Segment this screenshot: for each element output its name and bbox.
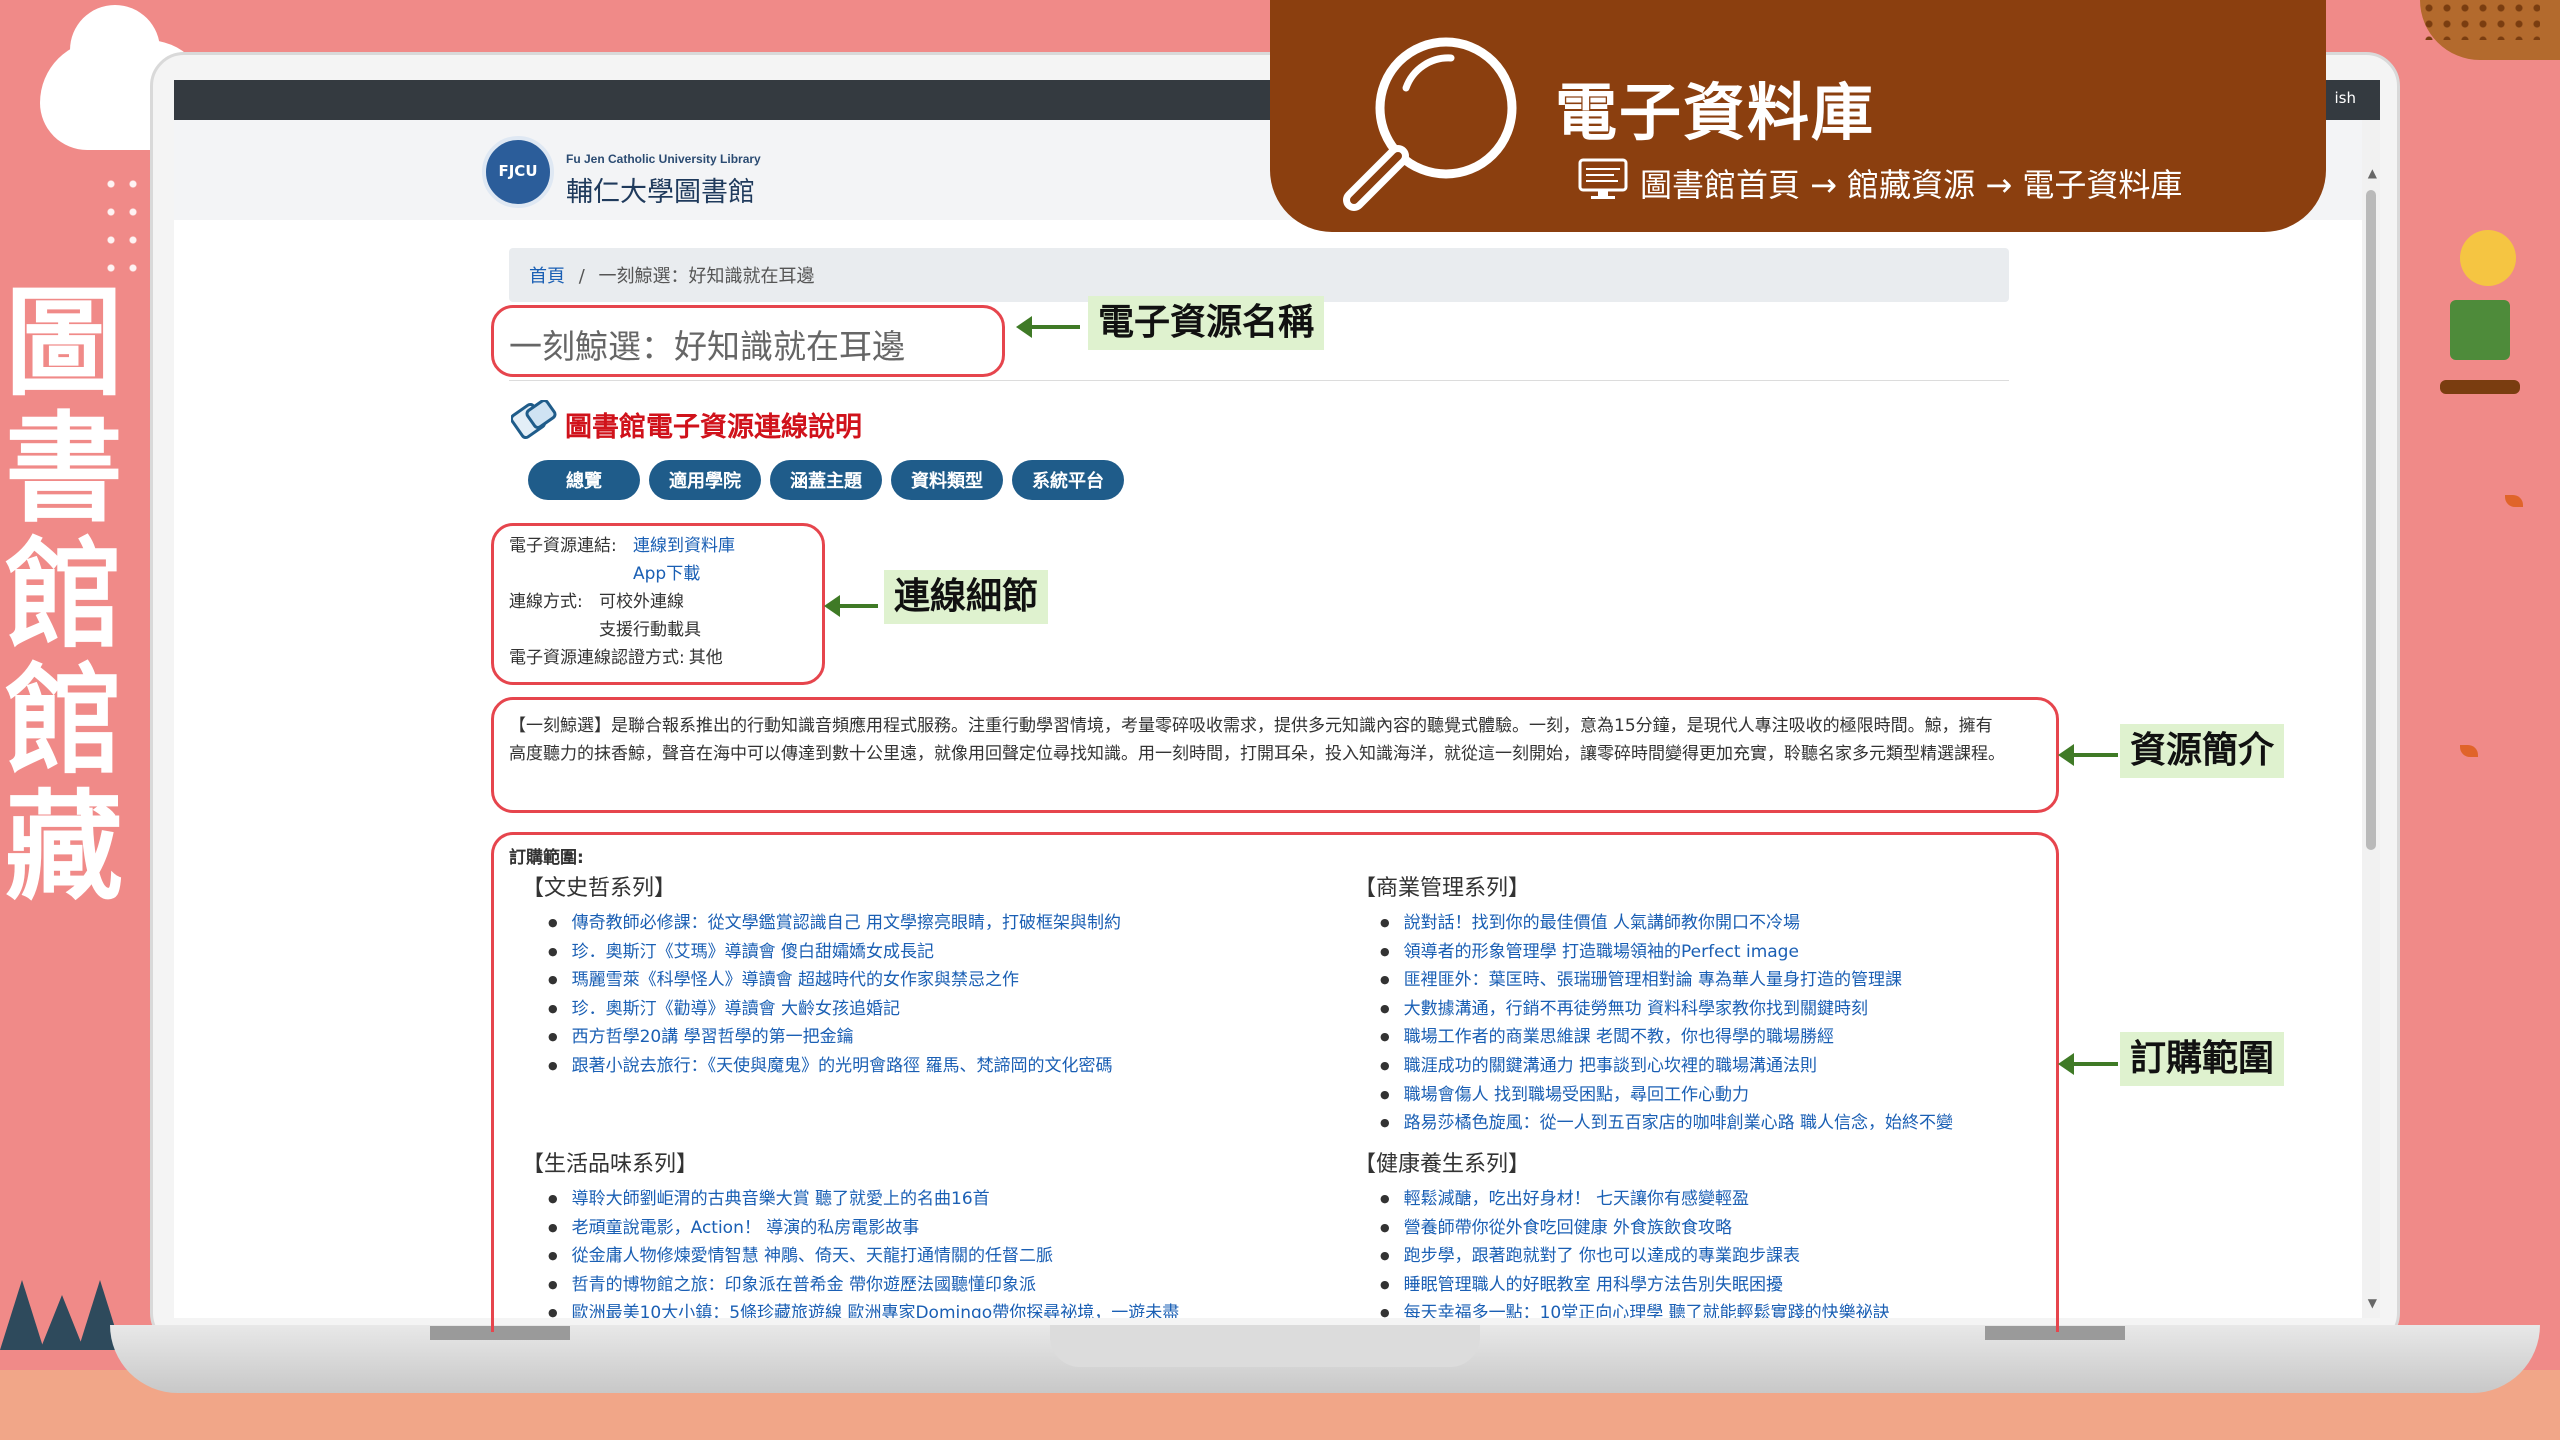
logo-chinese-name[interactable]: 輔仁大學圖書館 [566,170,755,209]
callout-connection-details: 連線細節 [884,570,1049,624]
language-link[interactable]: ish [2335,89,2357,107]
breadcrumb-home-link[interactable]: 首頁 [529,266,565,287]
connection-section-title: 圖書館電子資源連線說明 [565,412,862,443]
divider [509,380,2009,381]
tab-platform[interactable]: 系統平台 [1012,460,1124,500]
tree-leaves-decoration [2420,0,2540,40]
arrow-left-icon [824,595,878,617]
leaf-decoration [2460,745,2478,757]
logo-english-name[interactable]: Fu Jen Catholic University Library [566,152,761,166]
tab-data-type[interactable]: 資料類型 [891,460,1003,500]
tab-college[interactable]: 適用學院 [649,460,761,500]
scrollbar[interactable]: ▲ ▼ [2362,120,2380,1318]
reading-child-illustration [2440,220,2520,410]
side-title-char: 藏 [4,777,123,916]
side-title: 圖 書 館 館 藏 [4,280,124,910]
subscription-scope-highlight [491,832,2059,1332]
fjcu-seal-logo[interactable]: FJCU [482,136,554,208]
pine-tree-decoration [0,1280,44,1350]
monitor-icon [1578,158,1628,199]
side-title-char: 書 [4,399,123,538]
scrollbar-thumb[interactable] [2366,190,2376,850]
tab-overview[interactable]: 總覽 [528,460,640,500]
side-title-char: 館 [4,651,123,790]
arrow-left-icon [1016,316,1080,338]
connection-icon [511,400,557,440]
resource-intro-highlight [491,697,2059,813]
side-title-char: 圖 [4,273,123,412]
breadcrumb-separator: / [578,266,585,287]
tab-subject[interactable]: 涵蓋主題 [770,460,882,500]
banner-title: 電子資料庫 [1555,76,1876,149]
banner-navigation-path: 圖書館首頁 → 館藏資源 → 電子資料庫 [1640,166,2183,204]
connection-details-highlight [491,523,825,685]
callout-resource-name: 電子資源名稱 [1088,296,1325,350]
filter-tabs: 總覽 適用學院 涵蓋主題 資料類型 系統平台 [528,460,1124,500]
arrow-left-icon [2058,744,2118,766]
scroll-down-icon[interactable]: ▼ [2368,1296,2377,1310]
side-title-char: 館 [4,525,123,664]
breadcrumb: 首頁 / 一刻鯨選：好知識就在耳邊 [509,248,2009,302]
scroll-up-icon[interactable]: ▲ [2368,166,2377,180]
seal-text: FJCU [498,162,538,180]
breadcrumb-current: 一刻鯨選：好知識就在耳邊 [598,266,815,287]
magnifier-icon [1343,37,1517,211]
resource-name-highlight [491,305,1005,377]
leaf-decoration [2505,495,2523,507]
callout-resource-intro: 資源簡介 [2120,724,2285,778]
arrow-left-icon [2058,1053,2118,1075]
callout-subscription-scope: 訂購範圍 [2120,1032,2285,1086]
